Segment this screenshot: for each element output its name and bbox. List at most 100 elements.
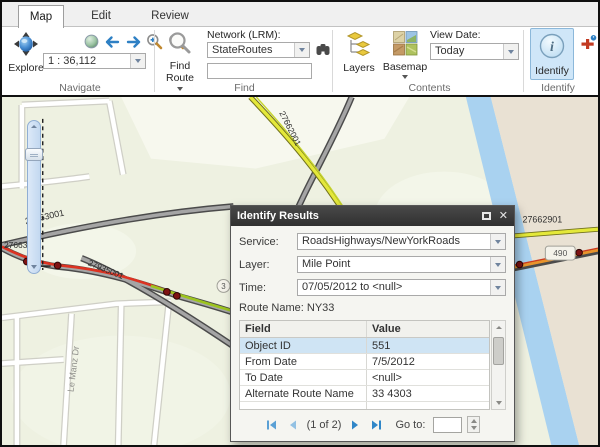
dialog-title: Identify Results [237,210,474,222]
page-indicator: (1 of 2) [307,419,342,431]
group-label-contents: Contents [347,82,512,94]
goto-spinner[interactable] [467,416,480,433]
binoculars-icon [315,42,331,57]
dialog-body: Service: RoadsHighways/NewYorkRoads Laye… [231,226,514,437]
service-dropdown-button[interactable] [490,234,505,249]
close-icon[interactable]: ✕ [499,211,508,222]
previous-page-button[interactable] [286,419,299,431]
layer-label: Layer: [239,259,297,271]
scroll-up-button[interactable] [496,321,502,333]
route-name-label: Route Name: [239,302,304,314]
chevron-up-icon [31,125,37,128]
time-value: 07/05/2012 to <null> [298,280,490,295]
identify-route-location-button[interactable] [579,34,598,57]
layer-combobox[interactable]: Mile Point [297,256,506,273]
explore-button[interactable]: Explore [6,31,46,74]
chevron-down-icon [31,265,37,269]
basemap-button[interactable]: Basemap [382,31,428,79]
route-name-value: NY33 [307,302,335,314]
map-zoom-slider[interactable] [27,120,41,274]
chevron-down-icon [495,263,501,267]
find-route-label-1: Find [170,60,190,72]
time-dropdown-button[interactable] [490,280,505,295]
table-row[interactable]: From Date 7/5/2012 [240,354,489,370]
group-label-identify: Identify [518,82,598,94]
layers-label: Layers [343,62,375,74]
table-row[interactable] [240,402,489,410]
map-scale-value: 1 : 36,112 [44,54,130,68]
chevron-up-icon [496,326,502,329]
scroll-down-button[interactable] [496,397,502,409]
zoom-slider-thumb[interactable] [25,148,43,161]
table-row[interactable]: Alternate Route Name 33 4303 [240,386,489,402]
map-canvas[interactable]: 490 3 27663001 27663101 27935001 2766200… [2,95,598,445]
view-date-dropdown-button[interactable] [503,44,518,59]
tab-review[interactable]: Review [142,5,198,28]
table-row[interactable]: To Date <null> [240,370,489,386]
column-header-field[interactable]: Field [240,321,367,337]
route-shield-490: 490 [545,246,575,260]
maximize-icon[interactable] [482,212,491,220]
view-date-value: Today [431,44,503,59]
table-scrollbar[interactable] [491,320,506,410]
network-lrm-combobox[interactable]: StateRoutes [207,42,310,58]
search-network-button[interactable] [315,42,331,62]
arrow-left-icon [103,35,121,49]
tab-edit[interactable]: Edit [78,5,124,28]
identify-button[interactable]: i Identify [530,28,574,80]
layers-button[interactable]: Layers [340,31,378,74]
goto-label: Go to: [395,419,425,431]
scrollbar-thumb[interactable] [493,337,504,365]
table-row[interactable]: Object ID 551 [240,338,489,354]
map-scale-dropdown-button[interactable] [130,54,145,68]
full-extent-button[interactable] [84,34,99,54]
chevron-down-icon [402,75,408,79]
goto-page-input[interactable] [433,417,462,433]
group-divider [154,30,155,92]
chevron-down-icon [135,59,141,63]
layer-dropdown-button[interactable] [490,257,505,272]
svg-text:i: i [550,40,554,55]
add-location-info-icon [579,34,598,52]
explore-icon [13,31,39,62]
time-combobox[interactable]: 07/05/2012 to <null> [297,279,506,296]
group-label-navigate: Navigate [10,82,150,94]
tab-map[interactable]: Map [18,5,64,28]
identify-icon: i [538,32,566,65]
ribbon-tabstrip: Map Edit Review [2,2,598,27]
layer-value: Mile Point [298,257,490,272]
svg-text:490: 490 [553,248,567,258]
service-combobox[interactable]: RoadsHighways/NewYorkRoads [297,233,506,250]
chevron-down-icon [495,240,501,244]
route-input-field[interactable] [207,63,312,79]
column-header-value[interactable]: Value [367,321,489,337]
road-label: 27662901 [523,214,563,224]
map-scale-combobox[interactable]: 1 : 36,112 [43,53,146,69]
dialog-titlebar[interactable]: Identify Results ✕ [231,206,514,226]
previous-extent-button[interactable] [103,35,121,54]
application-window: Map Edit Review [0,0,600,447]
layers-icon [346,31,372,62]
route-shield-3: 3 [217,279,230,292]
zoom-slider-up-button[interactable] [28,125,40,128]
basemap-label: Basemap [383,61,427,73]
view-date-label: View Date: [430,29,481,41]
identify-results-dialog: Identify Results ✕ Service: RoadsHighway… [230,205,515,442]
view-date-combobox[interactable]: Today [430,43,519,60]
globe-icon [84,34,99,49]
last-page-button[interactable] [370,419,383,431]
chevron-down-icon [299,48,305,52]
group-label-find: Find [162,82,327,94]
next-page-button[interactable] [349,419,362,431]
zoom-slider-down-button[interactable] [28,265,40,269]
route-name-line: Route Name: NY33 [239,302,506,314]
chevron-down-icon [508,50,514,54]
ribbon: Map Edit Review [2,2,598,95]
identify-label: Identify [535,65,569,77]
network-lrm-dropdown-button[interactable] [294,43,309,57]
first-page-button[interactable] [265,419,278,431]
next-extent-button[interactable] [125,35,143,54]
spinner-down-icon [471,426,477,430]
spinner-up-icon [471,419,477,423]
attribute-table: Field Value Object ID 551 From Date 7/5/… [239,320,506,410]
